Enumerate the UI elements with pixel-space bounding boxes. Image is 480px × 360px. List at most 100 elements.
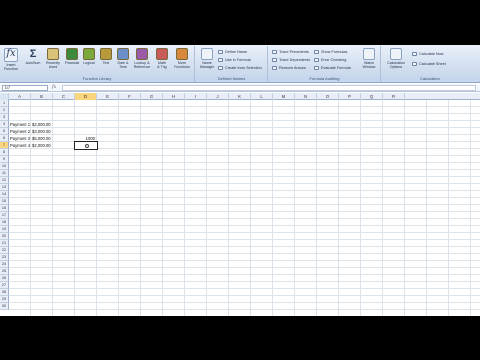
sigma-icon: Σ: [29, 48, 37, 60]
insert-function-fx-icon[interactable]: fx: [52, 85, 60, 91]
row-header-3[interactable]: 3: [0, 114, 9, 121]
row-header-28[interactable]: 28: [0, 289, 9, 296]
select-all-corner[interactable]: [0, 93, 9, 100]
error-checking-icon: [314, 58, 319, 62]
row-header-23[interactable]: 23: [0, 254, 9, 261]
row-header-26[interactable]: 26: [0, 275, 9, 282]
column-header-h[interactable]: H: [163, 93, 185, 100]
column-header-f[interactable]: F: [119, 93, 141, 100]
cell-a5[interactable]: Payment 2: [10, 128, 31, 135]
row-header-27[interactable]: 27: [0, 282, 9, 289]
row-header-5[interactable]: 5: [0, 128, 9, 135]
cell-b7[interactable]: $2,000.00: [32, 142, 53, 149]
group-label-function-library: Function Library: [0, 76, 194, 82]
row-header-16[interactable]: 16: [0, 205, 9, 212]
calculate-sheet-button[interactable]: Calculate Sheet: [412, 61, 446, 67]
cell-a6[interactable]: Payment 3: [10, 135, 31, 142]
row-header-22[interactable]: 22: [0, 247, 9, 254]
column-header-k[interactable]: K: [229, 93, 251, 100]
watch-window-button[interactable]: Watch Window: [360, 48, 378, 76]
row-header-30[interactable]: 30: [0, 303, 9, 310]
evaluate-formula-button[interactable]: Evaluate Formula: [314, 65, 351, 71]
excel-window: fx Insert Function Σ AutoSum Recently Us…: [0, 45, 480, 316]
column-header-o[interactable]: O: [317, 93, 339, 100]
cell-b6[interactable]: $5,000.00: [32, 135, 53, 142]
column-header-d[interactable]: D: [75, 93, 97, 100]
column-header-m[interactable]: M: [273, 93, 295, 100]
row-header-2[interactable]: 2: [0, 107, 9, 114]
row-header-10[interactable]: 10: [0, 163, 9, 170]
cell-b4[interactable]: $2,000.00: [32, 121, 53, 128]
column-header-b[interactable]: B: [31, 93, 53, 100]
create-from-selection-icon: [218, 66, 223, 70]
date-time-button[interactable]: Date & Time: [114, 48, 132, 76]
evaluate-formula-icon: [314, 66, 319, 70]
column-header-r[interactable]: R: [383, 93, 405, 100]
row-header-20[interactable]: 20: [0, 233, 9, 240]
row-header-25[interactable]: 25: [0, 268, 9, 275]
row-header-15[interactable]: 15: [0, 198, 9, 205]
define-name-button[interactable]: Define Name: [218, 49, 247, 55]
text-button[interactable]: Text: [97, 48, 115, 76]
column-header-l[interactable]: L: [251, 93, 273, 100]
row-header-1[interactable]: 1: [0, 100, 9, 107]
show-formulas-button[interactable]: Show Formulas: [314, 49, 347, 55]
financial-button[interactable]: Financial: [63, 48, 81, 76]
create-from-selection-button[interactable]: Create from Selection: [218, 65, 262, 71]
row-header-4[interactable]: 4: [0, 121, 9, 128]
row-header-17[interactable]: 17: [0, 212, 9, 219]
column-header-a[interactable]: A: [9, 93, 31, 100]
math-trig-button[interactable]: Math & Trig: [153, 48, 171, 76]
error-checking-button[interactable]: Error Checking: [314, 57, 346, 63]
financial-book-icon: [66, 48, 78, 60]
row-header-14[interactable]: 14: [0, 191, 9, 198]
cell-a4[interactable]: Payment 1: [10, 121, 31, 128]
mouse-cursor-icon: [85, 143, 89, 148]
row-header-7[interactable]: 7: [0, 142, 9, 149]
row-header-29[interactable]: 29: [0, 296, 9, 303]
logical-button[interactable]: Logical: [80, 48, 98, 76]
column-header-i[interactable]: I: [185, 93, 207, 100]
row-header-11[interactable]: 11: [0, 170, 9, 177]
name-box[interactable]: D7: [2, 85, 48, 91]
row-header-19[interactable]: 19: [0, 226, 9, 233]
row-header-12[interactable]: 12: [0, 177, 9, 184]
use-in-formula-button[interactable]: Use in Formula: [218, 57, 251, 63]
column-header-c[interactable]: C: [53, 93, 75, 100]
column-header-q[interactable]: Q: [361, 93, 383, 100]
lookup-reference-button[interactable]: Lookup & Reference: [133, 48, 151, 76]
name-manager-button[interactable]: Name Manager: [198, 48, 216, 76]
trace-precedents-button[interactable]: Trace Precedents: [272, 49, 309, 55]
group-label-calculation: Calculation: [382, 76, 478, 82]
row-header-8[interactable]: 8: [0, 149, 9, 156]
formula-input[interactable]: [62, 85, 476, 91]
calculation-options-button[interactable]: Calculation Options: [384, 48, 408, 76]
cell-area[interactable]: Payment 1 $2,000.00 Payment 2 $3,000.00 …: [9, 100, 480, 316]
row-header-13[interactable]: 13: [0, 184, 9, 191]
active-cell-d7[interactable]: [74, 141, 98, 150]
formula-auditing-group: Trace Precedents Trace Dependents Remove…: [269, 46, 381, 82]
fx-icon: fx: [4, 48, 18, 62]
column-header-g[interactable]: G: [141, 93, 163, 100]
cell-b5[interactable]: $3,000.00: [32, 128, 53, 135]
column-header-p[interactable]: P: [339, 93, 361, 100]
cell-a7[interactable]: Payment 4: [10, 142, 31, 149]
calculate-now-button[interactable]: Calculate Now: [412, 51, 443, 57]
column-header-e[interactable]: E: [97, 93, 119, 100]
show-formulas-icon: [314, 50, 319, 54]
row-header-21[interactable]: 21: [0, 240, 9, 247]
trace-dependents-button[interactable]: Trace Dependents: [272, 57, 310, 63]
more-functions-button[interactable]: More Functions: [173, 48, 191, 76]
column-header-n[interactable]: N: [295, 93, 317, 100]
column-header-j[interactable]: J: [207, 93, 229, 100]
row-header-6[interactable]: 6: [0, 135, 9, 142]
watch-window-icon: [363, 48, 375, 60]
row-header-18[interactable]: 18: [0, 219, 9, 226]
name-manager-icon: [201, 48, 213, 60]
autosum-button[interactable]: Σ AutoSum: [24, 48, 42, 76]
remove-arrows-button[interactable]: Remove Arrows: [272, 65, 306, 71]
row-header-9[interactable]: 9: [0, 156, 9, 163]
recently-used-button[interactable]: Recently Used: [44, 48, 62, 76]
row-header-24[interactable]: 24: [0, 261, 9, 268]
insert-function-button[interactable]: fx Insert Function: [2, 48, 20, 76]
